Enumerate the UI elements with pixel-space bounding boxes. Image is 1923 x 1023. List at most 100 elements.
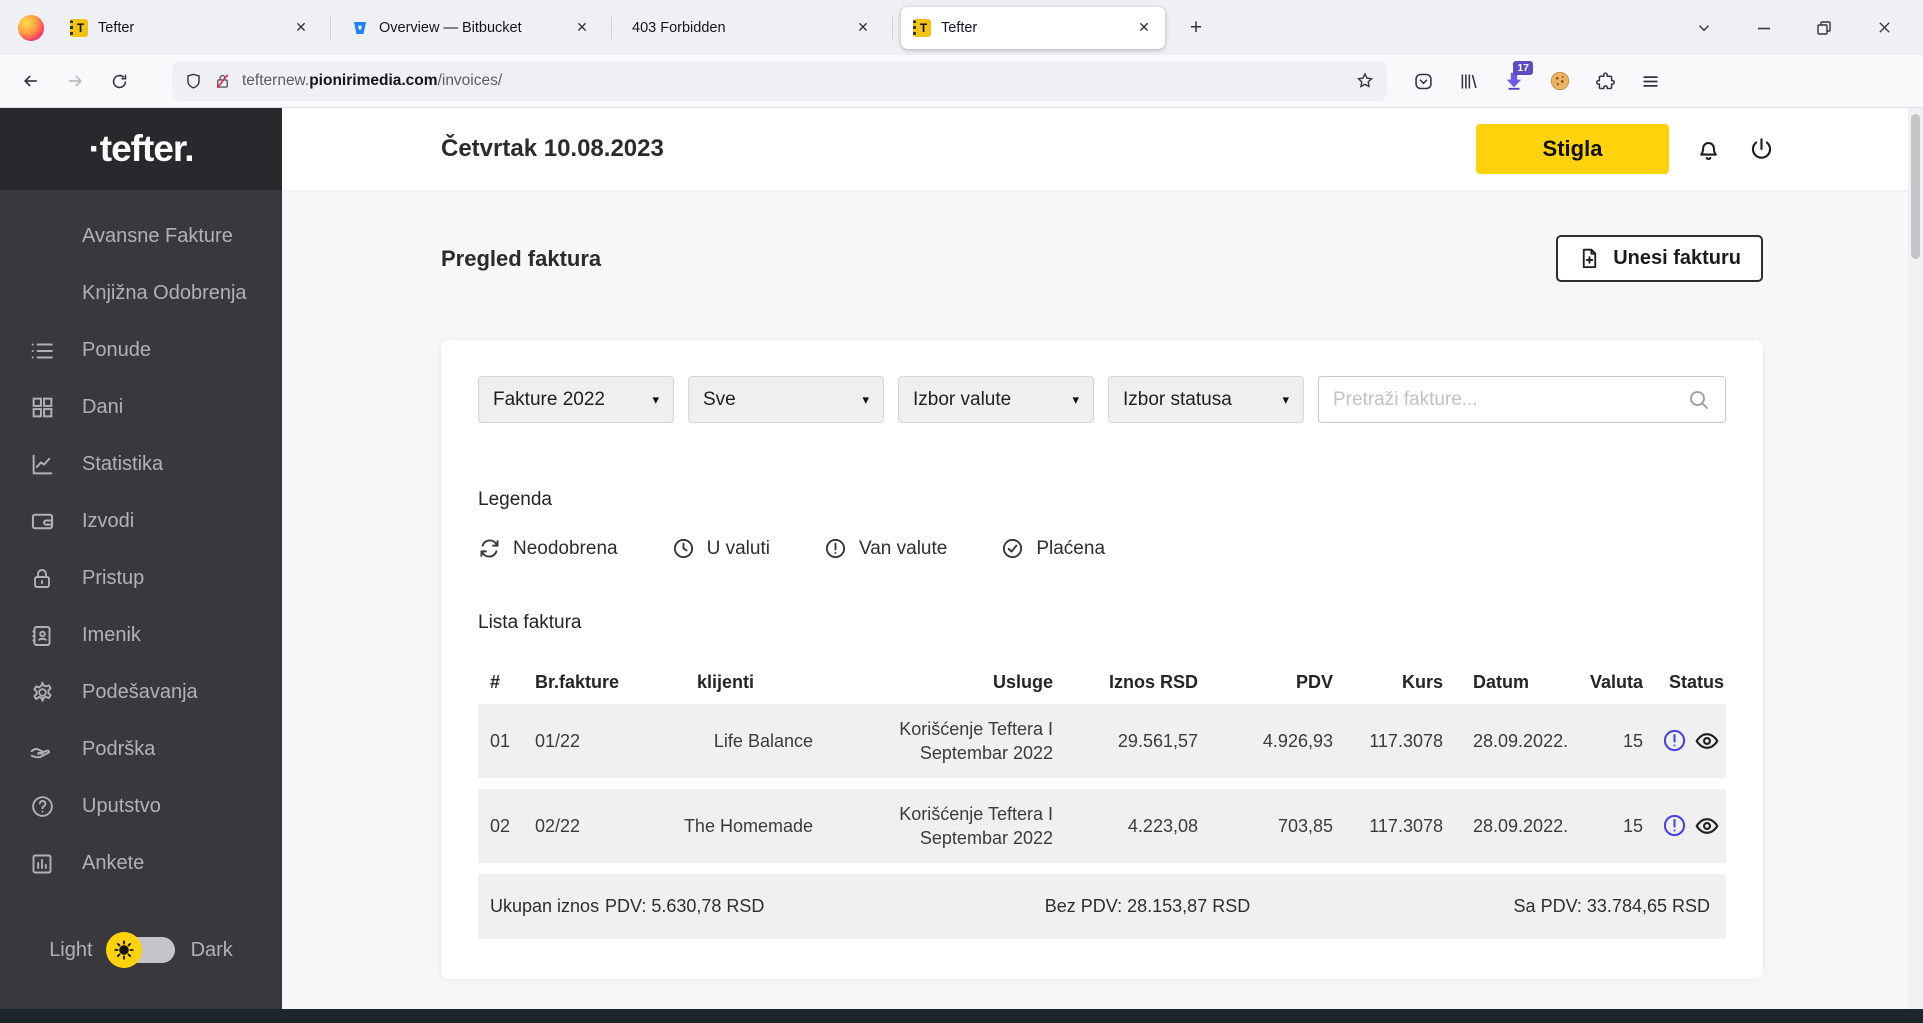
cell-date: 28.09.2022. xyxy=(1473,730,1569,751)
page-scrollbar[interactable] xyxy=(1908,108,1923,1009)
view-invoice-eye-icon[interactable] xyxy=(1694,728,1720,754)
chevron-down-icon: ▾ xyxy=(862,391,869,407)
tab-bar: T Tefter ✕ Overview — Bitbucket ✕ 403 Fo… xyxy=(0,0,1923,55)
sidebar-item-label: Avansne Fakture xyxy=(82,225,233,247)
close-window-icon[interactable] xyxy=(1867,13,1901,43)
extension-badge: 17 xyxy=(1513,61,1533,75)
legend-item-van-valute: Van valute xyxy=(824,537,947,560)
tab-close-icon[interactable]: ✕ xyxy=(852,17,874,39)
cell-amount: 4.223,08 xyxy=(1127,815,1198,836)
sidebar-item-label: Pristup xyxy=(82,567,145,589)
table-row[interactable]: 02 02/22 The Homemade Korišćenje Teftera… xyxy=(478,789,1726,863)
tab-bitbucket[interactable]: Overview — Bitbucket ✕ xyxy=(339,7,603,49)
back-icon[interactable] xyxy=(12,63,50,99)
chevron-down-icon: ▾ xyxy=(1072,391,1079,407)
sidebar-item-ankete[interactable]: Ankete xyxy=(0,835,282,892)
tefter-favicon-icon: T xyxy=(913,18,931,37)
sidebar-item-uputstvo[interactable]: Uputstvo xyxy=(0,778,282,835)
sidebar-item-label: Ankete xyxy=(82,852,145,874)
stigla-button[interactable]: Stigla xyxy=(1476,124,1669,174)
download-extension-icon[interactable]: 17 xyxy=(1503,61,1533,92)
minimize-window-icon[interactable] xyxy=(1747,13,1781,43)
list-all-tabs-icon[interactable] xyxy=(1687,13,1721,43)
address-book-icon xyxy=(28,622,56,650)
currency-filter-dropdown[interactable]: Izbor valute ▾ xyxy=(898,376,1094,423)
insecure-lock-icon[interactable] xyxy=(213,72,232,91)
pocket-icon[interactable] xyxy=(1413,71,1434,92)
theme-dark-label: Dark xyxy=(190,938,233,961)
sidebar-item-dani[interactable]: Dani xyxy=(0,379,282,436)
cell-service: Korišćenje Teftera I Septembar 2022 xyxy=(899,718,1053,763)
tab-separator xyxy=(330,16,331,39)
notifications-bell-icon[interactable] xyxy=(1695,136,1722,163)
scrollbar-thumb[interactable] xyxy=(1911,114,1920,259)
cell-invoice: 02/22 xyxy=(535,815,581,836)
sidebar-item-avansne-fakture[interactable]: Avansne Fakture xyxy=(0,208,282,265)
sidebar-item-izvodi[interactable]: Izvodi xyxy=(0,493,282,550)
forward-icon[interactable] xyxy=(56,63,94,99)
type-filter-dropdown[interactable]: Sve ▾ xyxy=(688,376,884,423)
cell-valuta: 15 xyxy=(1622,815,1643,836)
tracking-shield-icon[interactable] xyxy=(184,72,203,91)
new-tab-button[interactable]: + xyxy=(1179,11,1213,45)
legend-label: Neodobrena xyxy=(513,537,618,559)
tab-tefter-active[interactable]: T Tefter ✕ xyxy=(901,6,1165,49)
table-header: # Br.fakture klijenti Usluge Iznos RSD P… xyxy=(478,660,1726,704)
bookmark-star-icon[interactable] xyxy=(1355,71,1375,91)
theme-toggle[interactable] xyxy=(105,932,175,968)
restore-window-icon[interactable] xyxy=(1807,13,1841,43)
tab-close-icon[interactable]: ✕ xyxy=(571,17,593,39)
totals-row: Ukupan iznos PDV: 5.630,78 RSD Bez PDV: … xyxy=(478,874,1726,939)
tefter-favicon-icon: T xyxy=(70,18,88,37)
sidebar-item-statistika[interactable]: Statistika xyxy=(0,436,282,493)
tab-tefter-1[interactable]: T Tefter ✕ xyxy=(58,7,322,49)
sidebar-item-imenik[interactable]: Imenik xyxy=(0,607,282,664)
sidebar-item-knjizna-odobrenja[interactable]: Knjižna Odobrenja xyxy=(0,265,282,322)
help-icon xyxy=(28,793,56,821)
tab-close-icon[interactable]: ✕ xyxy=(290,17,312,39)
totals-label: Ukupan iznos xyxy=(490,896,600,917)
sidebar-item-podrska[interactable]: Podrška xyxy=(0,721,282,778)
totals-bez-pdv: Bez PDV: 28.153,87 RSD xyxy=(1044,896,1251,916)
wallet-icon xyxy=(28,508,56,536)
reload-icon[interactable] xyxy=(100,63,138,99)
cell-pdv: 4.926,93 xyxy=(1262,730,1333,751)
library-icon[interactable] xyxy=(1458,71,1479,92)
tefter-logo[interactable]: ·tefter. xyxy=(0,108,282,190)
table-row[interactable]: 01 01/22 Life Balance Korišćenje Teftera… xyxy=(478,704,1726,778)
cell-kurs: 117.3078 xyxy=(1369,730,1443,751)
cell-invoice: 01/22 xyxy=(535,730,581,751)
col-kurs: Kurs xyxy=(1401,671,1443,692)
tab-title: Tefter xyxy=(98,19,135,36)
firefox-logo-icon[interactable] xyxy=(18,14,44,41)
sidebar-item-podesavanja[interactable]: Podešavanja xyxy=(0,664,282,721)
sidebar-item-ponude[interactable]: Ponude xyxy=(0,322,282,379)
status-filter-dropdown[interactable]: Izbor statusa ▾ xyxy=(1108,376,1304,423)
app-header: Četvrtak 10.08.2023 Stigla xyxy=(282,108,1923,190)
sidebar-item-pristup[interactable]: Pristup xyxy=(0,550,282,607)
sidebar-item-label: Imenik xyxy=(82,624,141,646)
document-plus-icon xyxy=(1578,247,1601,270)
tab-403-forbidden[interactable]: 403 Forbidden ✕ xyxy=(620,7,884,49)
check-circle-icon xyxy=(1001,537,1024,560)
col-pdv: PDV xyxy=(1295,671,1333,692)
address-input[interactable]: tefternew.pionirimedia.com/invoices/ xyxy=(172,61,1387,101)
refresh-icon xyxy=(478,537,501,560)
search-icon[interactable] xyxy=(1687,388,1711,412)
cell-pdv: 703,85 xyxy=(1277,815,1333,836)
cookie-icon[interactable] xyxy=(1549,70,1571,92)
add-invoice-button[interactable]: Unesi fakturu xyxy=(1556,235,1763,282)
menu-hamburger-icon[interactable] xyxy=(1640,71,1661,92)
sidebar-item-label: Knjižna Odobrenja xyxy=(82,282,247,304)
url-bar: tefternew.pionirimedia.com/invoices/ 17 xyxy=(0,55,1923,108)
tab-separator xyxy=(611,16,612,39)
sun-icon[interactable] xyxy=(105,932,142,968)
extensions-puzzle-icon[interactable] xyxy=(1595,71,1616,92)
chevron-down-icon: ▾ xyxy=(1282,391,1289,407)
logout-power-icon[interactable] xyxy=(1748,136,1775,163)
tab-close-icon[interactable]: ✕ xyxy=(1133,17,1155,39)
year-filter-dropdown[interactable]: Fakture 2022 ▾ xyxy=(478,376,674,423)
search-input[interactable] xyxy=(1333,388,1687,411)
view-invoice-eye-icon[interactable] xyxy=(1694,813,1720,839)
cell-service: Korišćenje Teftera I Septembar 2022 xyxy=(899,803,1053,848)
